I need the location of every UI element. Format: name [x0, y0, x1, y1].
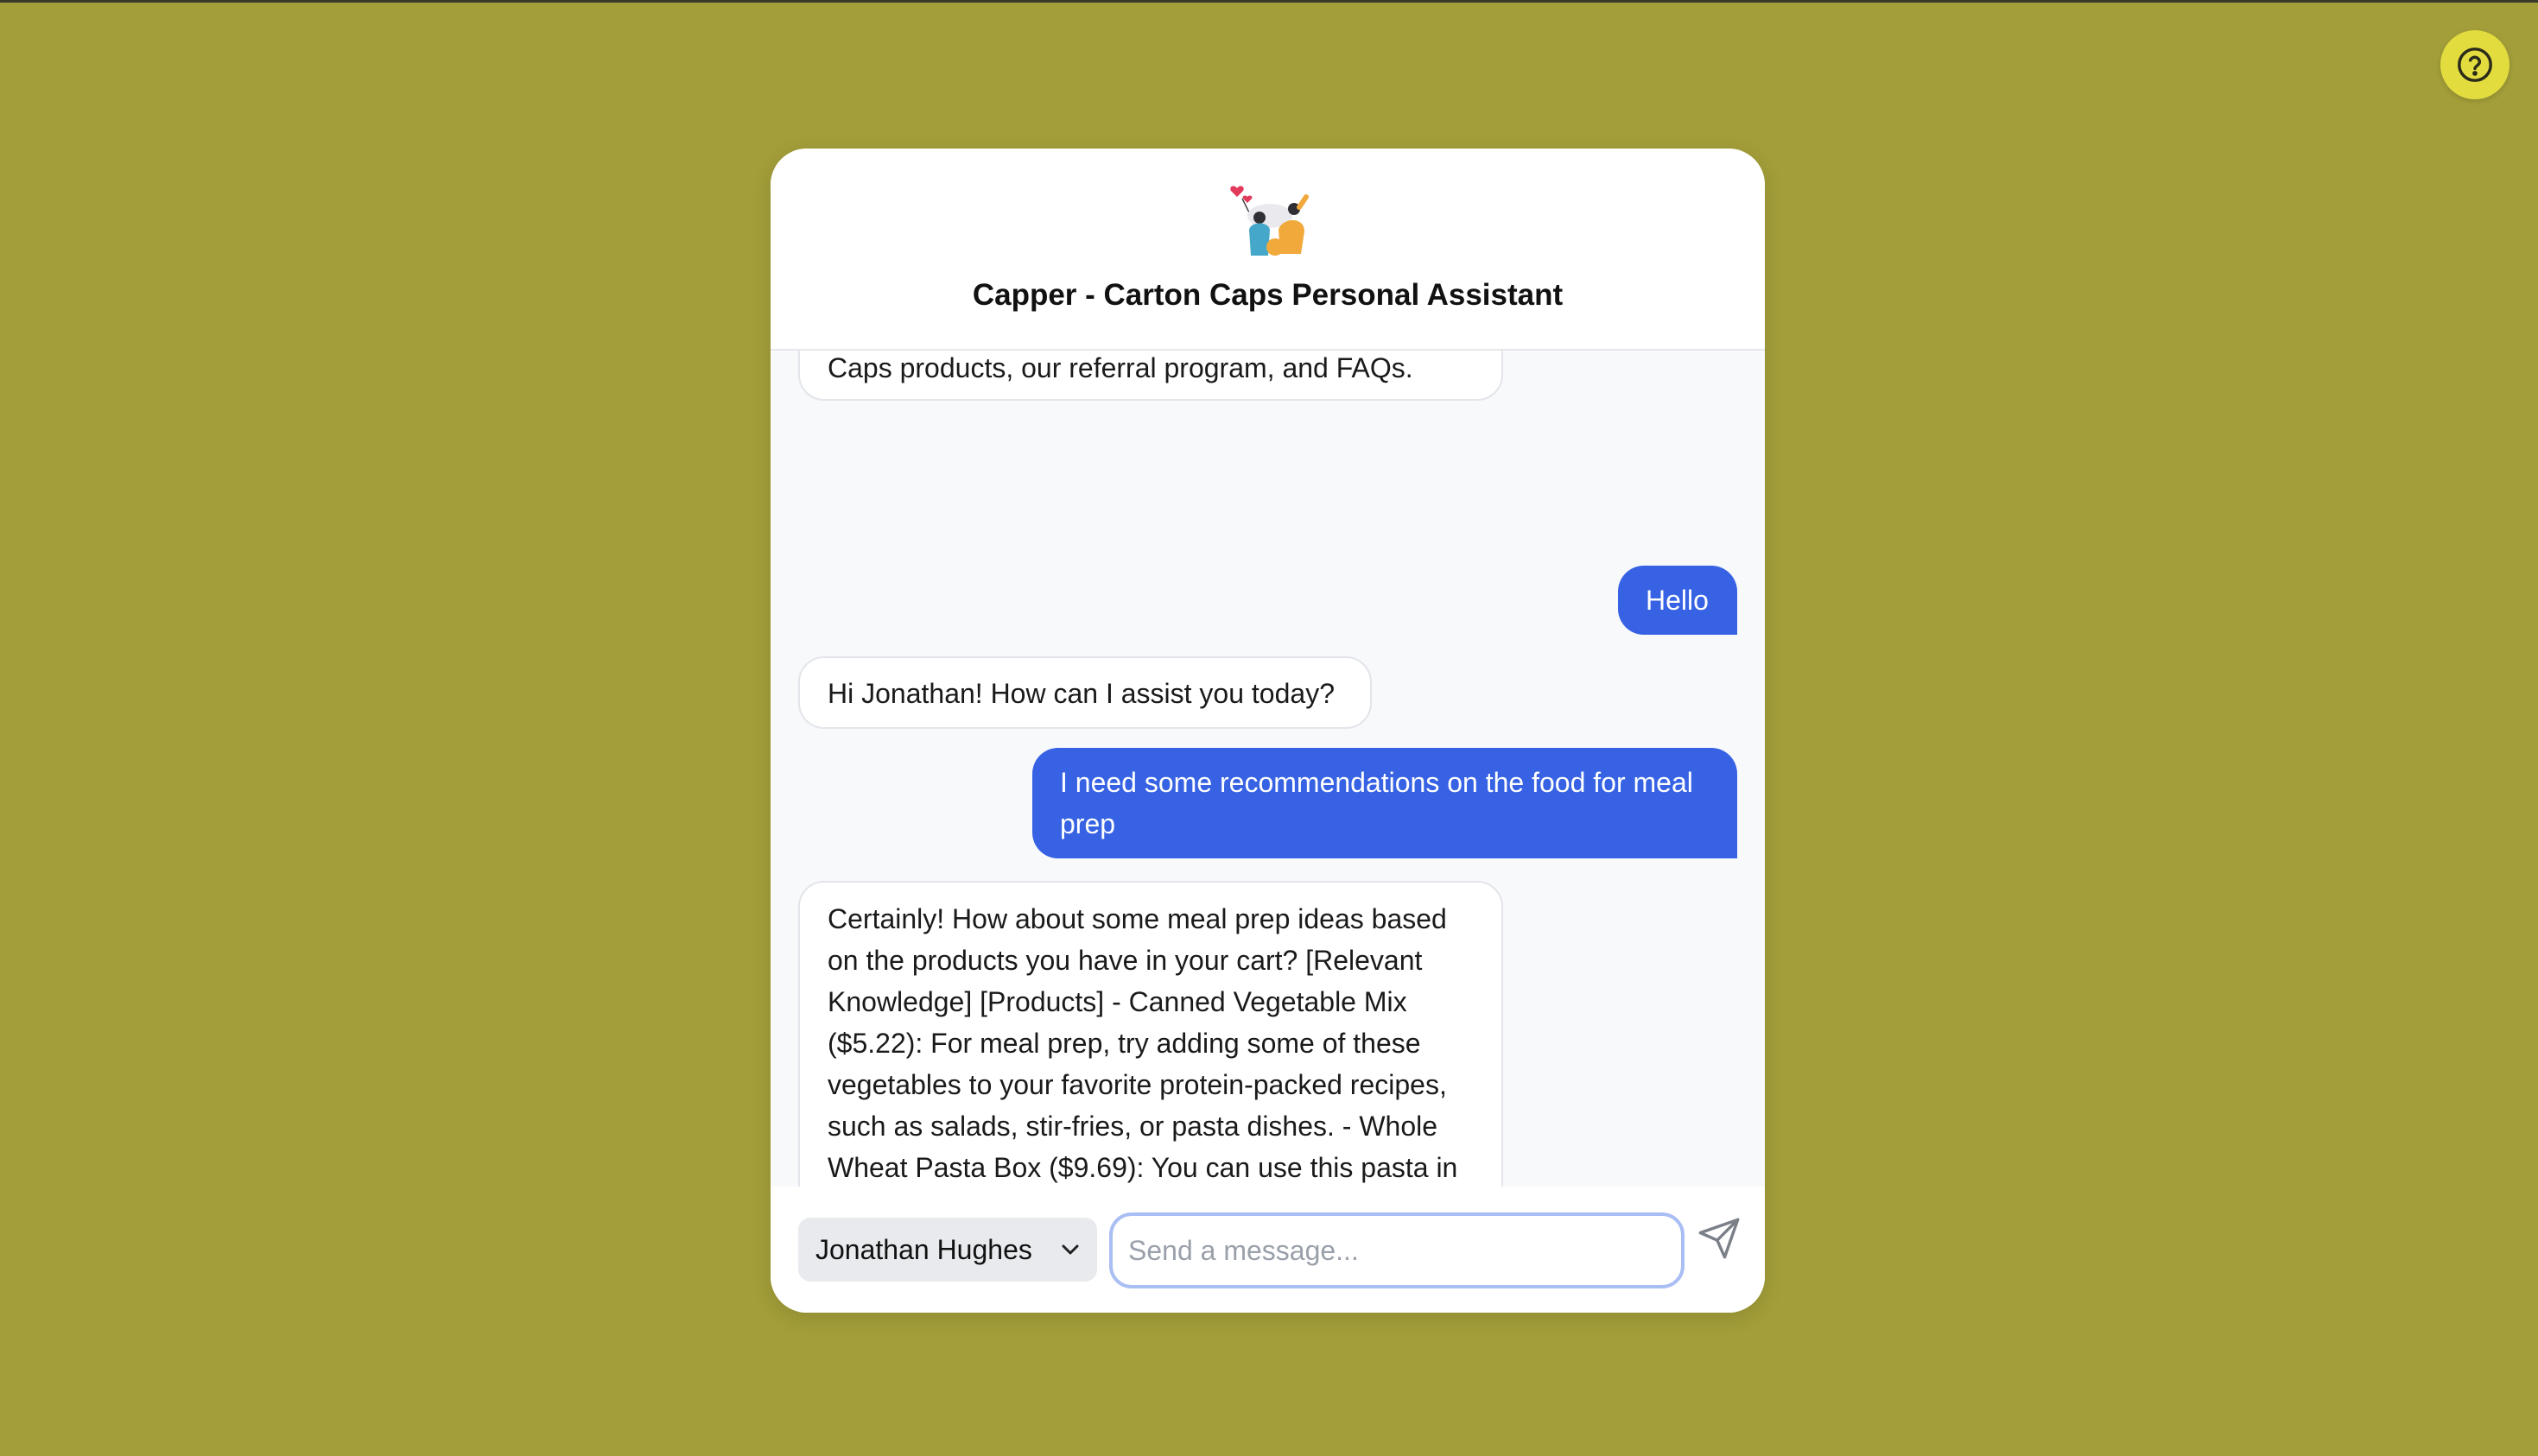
user-message: I need some recommendations on the food … [1032, 748, 1737, 858]
chat-window: Capper - Carton Caps Personal Assistant … [771, 149, 1765, 1313]
capper-logo-icon [1230, 186, 1309, 256]
send-icon [1698, 1218, 1740, 1259]
top-border [0, 0, 2538, 3]
bot-message: Caps products, our referral program, and… [798, 351, 1503, 401]
chevron-down-icon [1062, 1244, 1079, 1255]
message-list[interactable]: Caps products, our referral program, and… [771, 351, 1765, 1313]
bot-message: Hi Jonathan! How can I assist you today? [798, 656, 1372, 729]
user-select[interactable]: Jonathan Hughes [798, 1218, 1097, 1282]
user-select-value: Jonathan Hughes [815, 1233, 1032, 1265]
message-input[interactable] [1109, 1212, 1685, 1288]
help-button[interactable] [2440, 30, 2509, 99]
page-title: Capper - Carton Caps Personal Assistant [972, 278, 1564, 312]
send-button[interactable] [1693, 1212, 1745, 1264]
question-circle-icon [2458, 47, 2492, 82]
user-message: Hello [1618, 566, 1737, 635]
chat-header: Capper - Carton Caps Personal Assistant [771, 149, 1765, 351]
composer: Jonathan Hughes [771, 1187, 1765, 1313]
